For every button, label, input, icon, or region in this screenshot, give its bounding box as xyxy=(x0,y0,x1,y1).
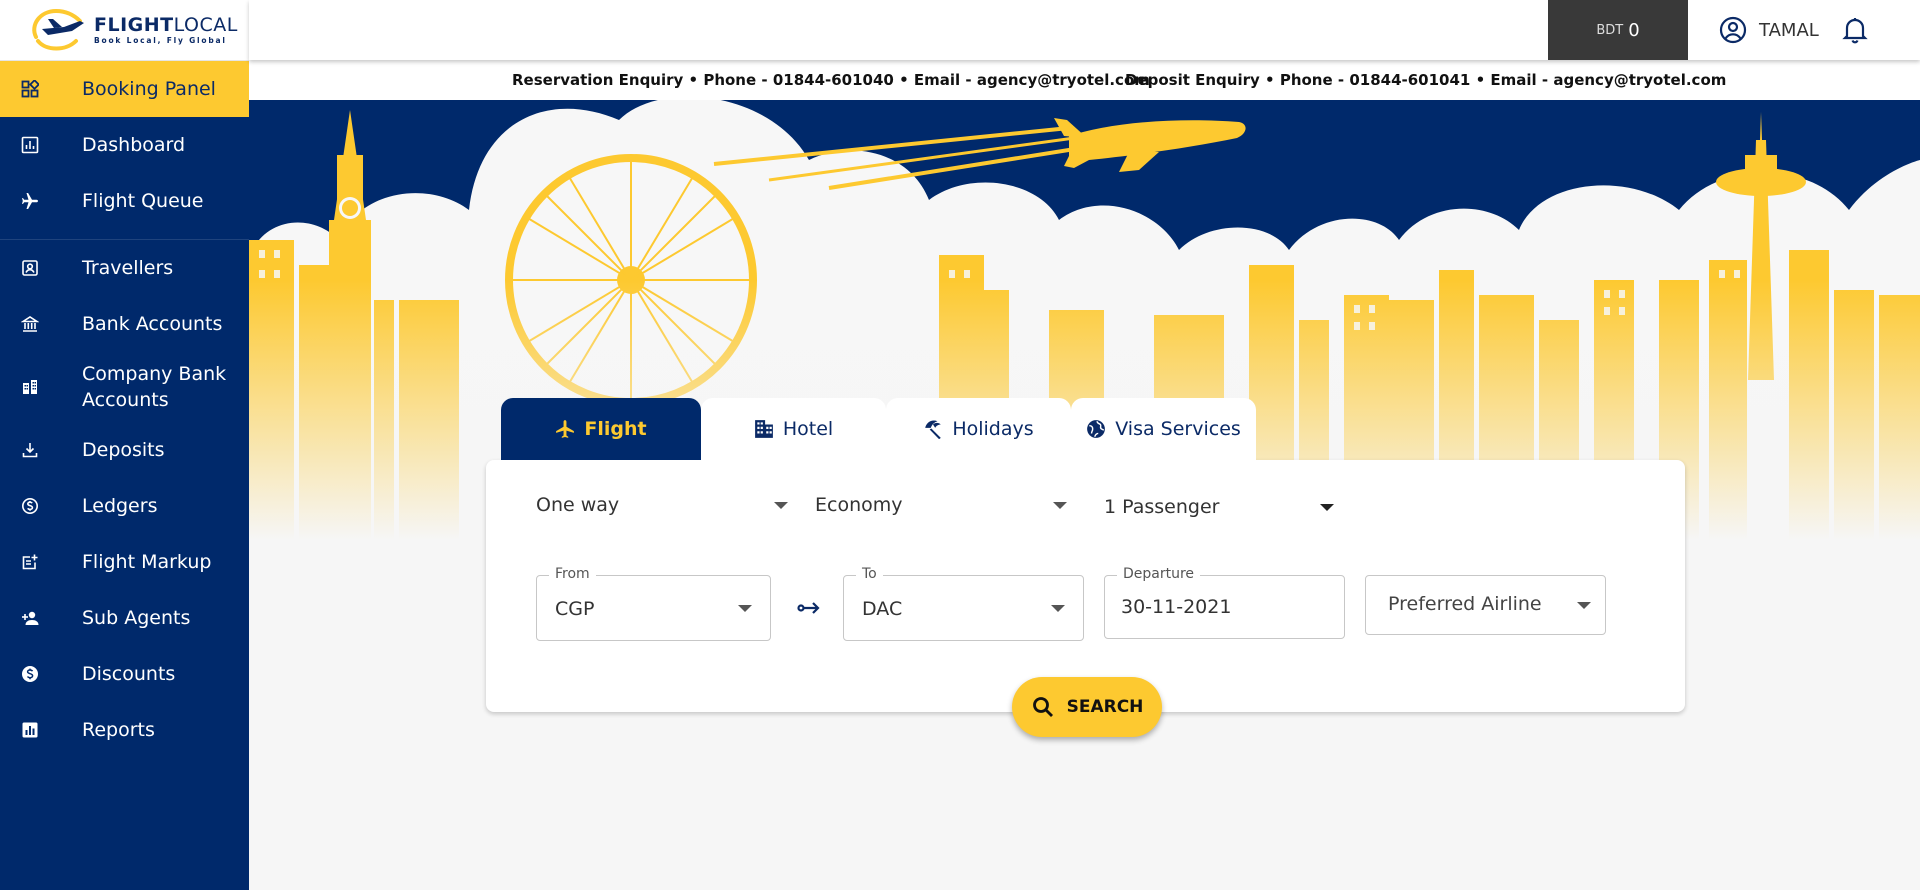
building-icon xyxy=(23,380,37,394)
swap-arrow-icon[interactable] xyxy=(797,597,821,619)
to-field[interactable]: To DAC xyxy=(843,566,1084,641)
tab-visa-label: Visa Services xyxy=(1115,418,1241,440)
sidebar-item-label: Discounts xyxy=(82,663,176,685)
passenger-select[interactable]: 1 Passenger xyxy=(1104,492,1334,522)
globe-icon xyxy=(1087,420,1106,438)
chevron-down-icon xyxy=(1320,504,1334,511)
brand-name-light: LOCAL xyxy=(173,13,238,36)
user-name: TAMAL xyxy=(1759,19,1819,41)
beach-icon xyxy=(925,420,942,439)
airplane-icon xyxy=(556,420,575,438)
sidebar-item-label: Deposits xyxy=(82,439,165,461)
sidebar-item-label: Reports xyxy=(82,719,155,741)
from-label: From xyxy=(549,566,596,582)
tab-hotel-label: Hotel xyxy=(782,418,834,440)
search-button[interactable]: SEARCH xyxy=(1012,677,1162,737)
balance-amount: 0 xyxy=(1628,19,1640,41)
currency-icon xyxy=(22,498,38,514)
departure-value: 30-11-2021 xyxy=(1121,596,1232,618)
passenger-value: 1 Passenger xyxy=(1104,496,1220,518)
sidebar-item-dashboard[interactable]: Dashboard xyxy=(0,117,249,173)
sidebar-item-travellers[interactable]: Travellers xyxy=(0,240,249,296)
chevron-down-icon xyxy=(1577,602,1591,609)
balance-currency: BDT xyxy=(1596,22,1624,38)
tab-visa-services[interactable]: Visa Services xyxy=(1071,398,1256,460)
chevron-down-icon xyxy=(1053,502,1067,509)
chart-icon xyxy=(21,136,39,154)
person-add-icon xyxy=(22,611,39,625)
sidebar-item-label: Flight Queue xyxy=(82,190,204,212)
brand-tagline: Book Local, Fly Global xyxy=(94,35,227,45)
cabin-class-value: Economy xyxy=(815,494,903,516)
bank-icon xyxy=(21,316,39,332)
search-button-label: SEARCH xyxy=(1066,697,1144,717)
tab-holidays[interactable]: Holidays xyxy=(886,398,1071,460)
sidebar-item-flight-queue[interactable]: Flight Queue xyxy=(0,173,249,229)
sidebar-item-company-bank-accounts[interactable]: Company Bank Accounts xyxy=(0,352,249,422)
sidebar-item-discounts[interactable]: Discounts xyxy=(0,646,249,702)
sidebar-nav: Booking Panel Dashboard Flight Queue Tra… xyxy=(0,61,249,758)
top-bar: BDT 0 TAMAL xyxy=(249,0,1920,60)
edit-note-icon xyxy=(22,554,38,570)
logo[interactable]: FLIGHTLOCAL Book Local, Fly Global xyxy=(0,0,249,61)
account-circle-icon xyxy=(1719,16,1747,44)
sidebar-item-label: Booking Panel xyxy=(82,78,216,100)
sidebar-item-label: Travellers xyxy=(82,257,174,279)
notification-bell-icon[interactable] xyxy=(1842,16,1868,44)
flight-search-card: One way Economy 1 Passenger From CGP To … xyxy=(486,460,1685,712)
sidebar-item-label: Flight Markup xyxy=(82,551,212,573)
tab-flight-label: Flight xyxy=(584,418,647,440)
report-icon xyxy=(22,722,38,738)
chevron-down-icon xyxy=(738,605,752,612)
service-tabs: Flight Hotel Holidays Visa Services xyxy=(501,398,1256,460)
sidebar-item-label: Ledgers xyxy=(82,495,158,517)
tab-holidays-label: Holidays xyxy=(952,418,1034,440)
sidebar-item-booking-panel[interactable]: Booking Panel xyxy=(0,61,249,117)
dollar-icon xyxy=(22,666,38,682)
sidebar-item-label: Dashboard xyxy=(82,134,186,156)
departure-date-field[interactable]: Departure 30-11-2021 xyxy=(1104,566,1345,639)
trip-type-select[interactable]: One way xyxy=(536,490,788,520)
brand-name-bold: FLIGHT xyxy=(94,13,174,36)
sidebar-item-flight-markup[interactable]: Flight Markup xyxy=(0,534,249,590)
grid-icon xyxy=(21,80,39,98)
sidebar-item-label: Sub Agents xyxy=(82,607,191,629)
airplane-icon xyxy=(22,193,38,209)
sidebar-item-label: Bank Accounts xyxy=(82,313,223,335)
sidebar-item-sub-agents[interactable]: Sub Agents xyxy=(0,590,249,646)
from-value: CGP xyxy=(555,598,595,620)
sidebar-item-reports[interactable]: Reports xyxy=(0,702,249,758)
contact-card-icon xyxy=(22,260,38,276)
cabin-class-select[interactable]: Economy xyxy=(815,490,1067,520)
logo-plane-icon xyxy=(32,8,84,51)
to-value: DAC xyxy=(862,598,903,620)
sidebar-item-label: Company Bank Accounts xyxy=(82,363,227,411)
reservation-enquiry: Reservation Enquiry • Phone - 01844-6010… xyxy=(512,71,1150,89)
balance-display[interactable]: BDT 0 xyxy=(1548,0,1688,60)
departure-label: Departure xyxy=(1117,566,1201,582)
chevron-down-icon xyxy=(774,502,788,509)
enquiry-strip: Reservation Enquiry • Phone - 01844-6010… xyxy=(249,60,1920,100)
sidebar-item-ledgers[interactable]: Ledgers xyxy=(0,478,249,534)
tab-hotel[interactable]: Hotel xyxy=(701,398,886,460)
tab-flight[interactable]: Flight xyxy=(501,398,701,460)
sidebar-item-deposits[interactable]: Deposits xyxy=(0,422,249,478)
search-icon xyxy=(1032,697,1053,717)
download-icon xyxy=(22,443,38,458)
preferred-airline-select[interactable]: Preferred Airline xyxy=(1365,575,1606,635)
sidebar-item-bank-accounts[interactable]: Bank Accounts xyxy=(0,296,249,352)
sidebar: FLIGHTLOCAL Book Local, Fly Global Booki… xyxy=(0,0,249,890)
from-field[interactable]: From CGP xyxy=(536,566,771,641)
chevron-down-icon xyxy=(1051,605,1065,612)
airline-placeholder: Preferred Airline xyxy=(1388,593,1542,615)
trip-type-value: One way xyxy=(536,494,620,516)
deposit-enquiry: Deposit Enquiry • Phone - 01844-601041 •… xyxy=(1125,71,1727,89)
hotel-icon xyxy=(754,420,773,438)
to-label: To xyxy=(856,566,883,582)
user-menu[interactable]: TAMAL xyxy=(1719,0,1819,60)
